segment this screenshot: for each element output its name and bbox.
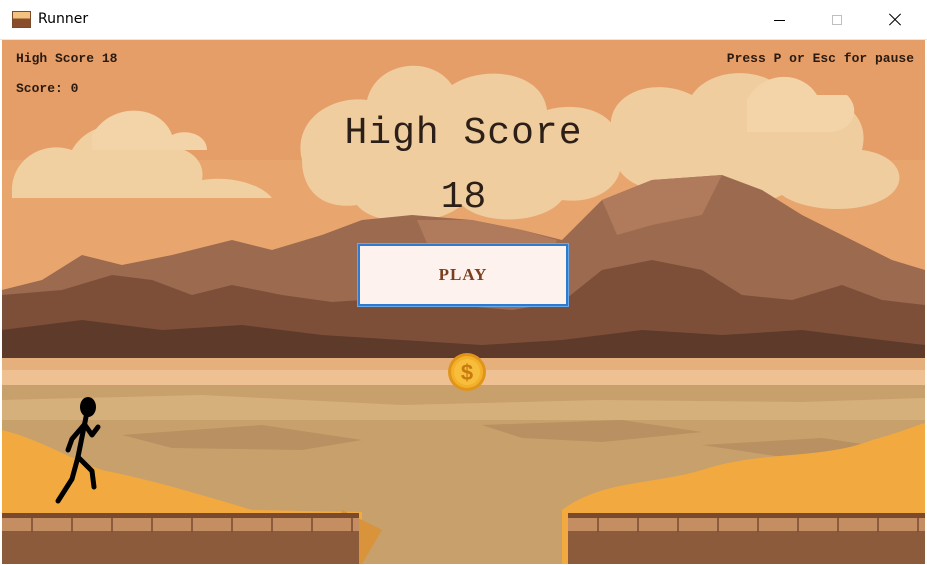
maximize-button[interactable] [808, 0, 866, 40]
stick-figure-runner [55, 397, 101, 504]
minimize-icon [773, 19, 785, 21]
coin-icon: $ [448, 353, 486, 391]
high-score-heading: High Score [344, 112, 583, 155]
high-score-value: 18 [440, 176, 487, 219]
hud-score: Score: 0 [16, 81, 79, 96]
window-titlebar[interactable]: Runner [0, 0, 927, 40]
game-canvas[interactable]: High Score 18 Score: 0 Press P or Esc fo… [2, 40, 925, 564]
hud-high-score: High Score 18 [16, 51, 118, 66]
play-button-label: PLAY [438, 265, 488, 284]
window-title: Runner [38, 11, 89, 27]
coin-symbol: $ [461, 360, 473, 385]
desert-landscape-icon [12, 11, 31, 28]
maximize-icon [832, 15, 842, 25]
close-icon [888, 13, 902, 27]
close-button[interactable] [866, 0, 924, 40]
pause-hint: Press P or Esc for pause [726, 51, 914, 66]
minimize-button[interactable] [750, 0, 808, 40]
play-button[interactable]: PLAY [357, 243, 569, 307]
